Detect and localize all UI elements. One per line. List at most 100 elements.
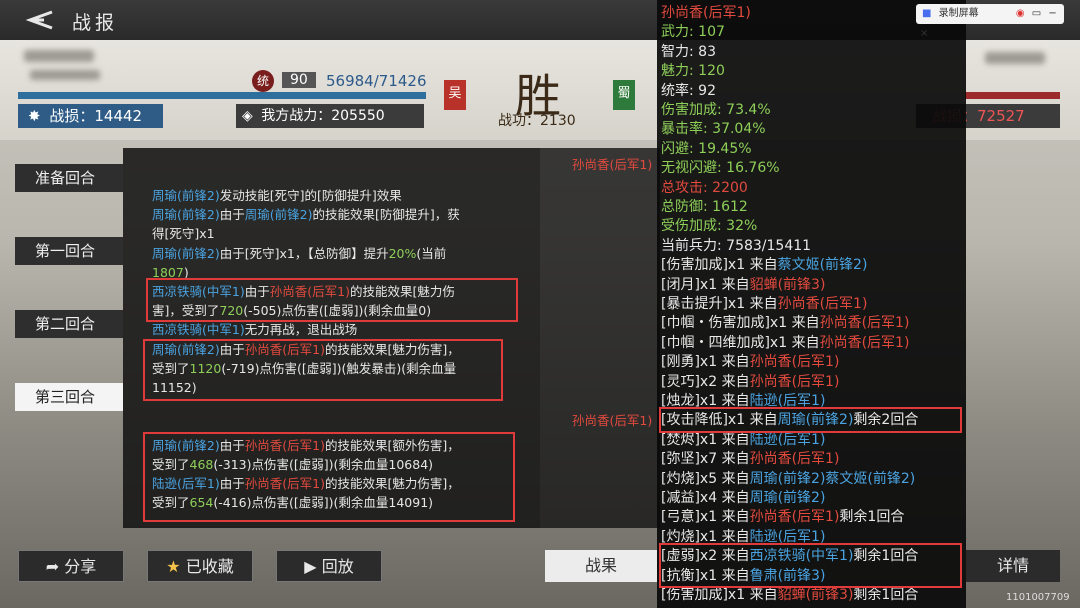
tooltip-line: 武力: 107 xyxy=(661,23,725,42)
tooltip-text: [灼烧]x5 来自 xyxy=(661,470,750,487)
round-1[interactable]: 第一回合 xyxy=(15,237,123,265)
share-label: 分享 xyxy=(64,557,97,576)
tooltip-text: [伤害加成]x1 来自 xyxy=(661,257,778,274)
tooltip-line: 受伤加成: 32% xyxy=(661,217,757,236)
troops-count: 56984/71426 xyxy=(326,72,427,90)
log-text: 由于[死守]x1，【总防御】提升 xyxy=(219,245,389,261)
log-text: 周瑜(前锋2) xyxy=(152,245,220,261)
tooltip-line: [伤害加成]x1 来自貂蝉(前锋3)剩余1回合 xyxy=(661,586,918,605)
enemy-name-blurred xyxy=(985,52,1045,64)
star-icon: ★ xyxy=(166,557,181,576)
tooltip-line: [巾帼・伤害加成]x1 来自孙尚香(后军1) xyxy=(661,314,909,333)
our-power: 我方战力：205550 xyxy=(261,108,385,124)
log-text: 周瑜(前锋2) xyxy=(152,188,220,203)
tooltip-text: 武力: 107 xyxy=(661,24,725,41)
tooltip-text: [巾帼・四维加成]x1 来自 xyxy=(661,334,820,351)
tooltip-text: [焚烬]x1 来自 xyxy=(661,431,750,448)
faction-flag-right: 蜀 xyxy=(613,80,635,110)
tooltip-text: 统率: 92 xyxy=(661,82,716,99)
back-arrow-icon[interactable] xyxy=(22,8,56,32)
log-text: 的技能效果[防御提升]，获 xyxy=(312,207,460,223)
tooltip-text: 当前兵力: 7583/15411 xyxy=(661,237,812,254)
tooltip-text: 貂蝉(前锋3) xyxy=(777,587,854,603)
log-text: 无力再战，退出战场 xyxy=(244,322,358,338)
side-name: 孙尚香(后军1) xyxy=(572,157,653,172)
tooltip-text: [伤害加成]x1 来自 xyxy=(661,587,778,603)
log-text: 20% xyxy=(388,245,417,261)
tip-highlight xyxy=(659,407,962,433)
player-name-blurred xyxy=(24,50,94,62)
tooltip-line: [焚烬]x1 来自陆逊(后军1) xyxy=(661,431,825,450)
level-badge: 90 xyxy=(282,72,316,88)
enemy-log-panel: 孙尚香(后军1) 孙尚香(后军1) xyxy=(540,148,660,528)
tooltip-line: [伤害加成]x1 来自蔡文姬(前锋2) xyxy=(661,256,867,275)
tooltip-text: [刚勇]x1 来自 xyxy=(661,354,750,371)
replay-button[interactable]: ▶ 回放 xyxy=(276,550,382,582)
log-text: 得[死守]x1 xyxy=(152,226,215,242)
tooltip-text: [灵巧]x2 来自 xyxy=(661,373,750,390)
unit-stats-tooltip: 孙尚香(后军1) 武力: 107 智力: 83 魅力: 120 统率: 92 伤害加成: … xyxy=(657,0,966,608)
tooltip-text: 蔡文姬(前锋2) xyxy=(777,257,868,274)
round-prep[interactable]: 准备回合 xyxy=(15,164,123,192)
tooltip-line: [灵巧]x2 来自孙尚香(后军1) xyxy=(661,373,839,392)
log-line: 周瑜(前锋2)由于[死守]x1，【总防御】提升20%(当前 xyxy=(152,244,446,263)
log-line: 西凉铁骑(中军1)无力再战，退出战场 xyxy=(152,320,357,339)
tooltip-text: 孙尚香(后军1) xyxy=(749,509,840,526)
tooltip-line: 魅力: 120 xyxy=(661,62,725,81)
log-highlight xyxy=(146,278,518,322)
tooltip-text: 周瑜(前锋2) xyxy=(749,470,826,487)
tooltip-text: 周瑜(前锋2) xyxy=(749,490,826,506)
log-text: 周瑜(前锋2) xyxy=(152,207,220,223)
details-button[interactable]: 详情 xyxy=(966,550,1060,582)
watermark: 1101007709 xyxy=(1006,592,1070,603)
tooltip-line: 无视闪避: 16.76% xyxy=(661,159,780,178)
tooltip-text: 受伤加成: 32% xyxy=(661,218,758,235)
power-icon: ◈ xyxy=(242,108,253,124)
close-icon[interactable]: × xyxy=(920,28,928,39)
player-guild-blurred xyxy=(30,70,100,80)
faction-flag-left: 吴 xyxy=(444,80,466,110)
share-icon: ➦ xyxy=(45,557,60,576)
tooltip-text: 总攻击: 2200 xyxy=(661,179,748,196)
tooltip-line: 统率: 92 xyxy=(661,82,716,101)
our-power-box: ◈ 我方战力：205550 xyxy=(236,104,424,128)
round-3[interactable]: 第三回合 xyxy=(15,383,123,411)
tooltip-text: 蔡文姬(前锋2) xyxy=(825,470,916,487)
log-text: 周瑜(前锋2) xyxy=(244,207,313,223)
tooltip-line: 伤害加成: 73.4% xyxy=(661,101,771,120)
tooltip-text: 暴击率: 37.04% xyxy=(661,121,766,138)
tooltip-line: 智力: 83 xyxy=(661,43,716,62)
tooltip-text: 陆逊(后军1) xyxy=(749,431,826,448)
play-icon: ▶ xyxy=(304,557,317,576)
log-line: 周瑜(前锋2)发动技能[死守]的[防御提升]效果 xyxy=(152,186,402,205)
tooltip-line: [弓意]x1 来自孙尚香(后军1)剩余1回合 xyxy=(661,508,904,527)
tooltip-text: 孙尚香(后军1) xyxy=(819,334,910,351)
collect-button[interactable]: ★ 已收藏 xyxy=(147,550,253,582)
log-text: (当前 xyxy=(416,245,447,261)
folder-icon[interactable]: ▭ xyxy=(1032,8,1041,19)
round-2[interactable]: 第二回合 xyxy=(15,310,123,338)
tooltip-text: 孙尚香(后军1) xyxy=(777,296,868,312)
side-name: 孙尚香(后军1) xyxy=(572,413,653,428)
log-text: 发动技能[死守]的[防御提升]效果 xyxy=(219,188,402,203)
enemy-troops-bar xyxy=(965,92,1060,99)
tooltip-text: 总防御: 1612 xyxy=(661,199,748,215)
tooltip-line: [减益]x4 来自周瑜(前锋2) xyxy=(661,489,825,508)
tooltip-text: [暴击提升]x1 来自 xyxy=(661,296,778,312)
log-highlight xyxy=(143,432,515,522)
log-highlight xyxy=(143,339,503,401)
minimize-icon[interactable]: − xyxy=(1048,8,1056,19)
tooltip-line: 孙尚香(后军1) xyxy=(661,4,751,23)
tooltip-line: [巾帼・四维加成]x1 来自孙尚香(后军1) xyxy=(661,334,909,353)
stop-icon[interactable]: ◉ xyxy=(1016,8,1025,19)
commander-icon: 统 xyxy=(252,70,274,92)
tooltip-line: 当前兵力: 7583/15411 xyxy=(661,237,811,256)
tab-result[interactable]: 战果 xyxy=(545,550,657,582)
recorder-label: 录制屏幕 xyxy=(938,8,979,19)
tooltip-line: [弥坚]x7 来自孙尚香(后军1) xyxy=(661,450,839,469)
screen-recorder-bar[interactable]: ■ 录制屏幕 ◉ ▭ − × xyxy=(916,4,1064,39)
tooltip-text: 孙尚香(后军1) xyxy=(819,315,910,332)
gear-icon: ✸ xyxy=(28,107,41,125)
tooltip-text: 无视闪避: 16.76% xyxy=(661,160,780,177)
share-button[interactable]: ➦ 分享 xyxy=(18,550,124,582)
